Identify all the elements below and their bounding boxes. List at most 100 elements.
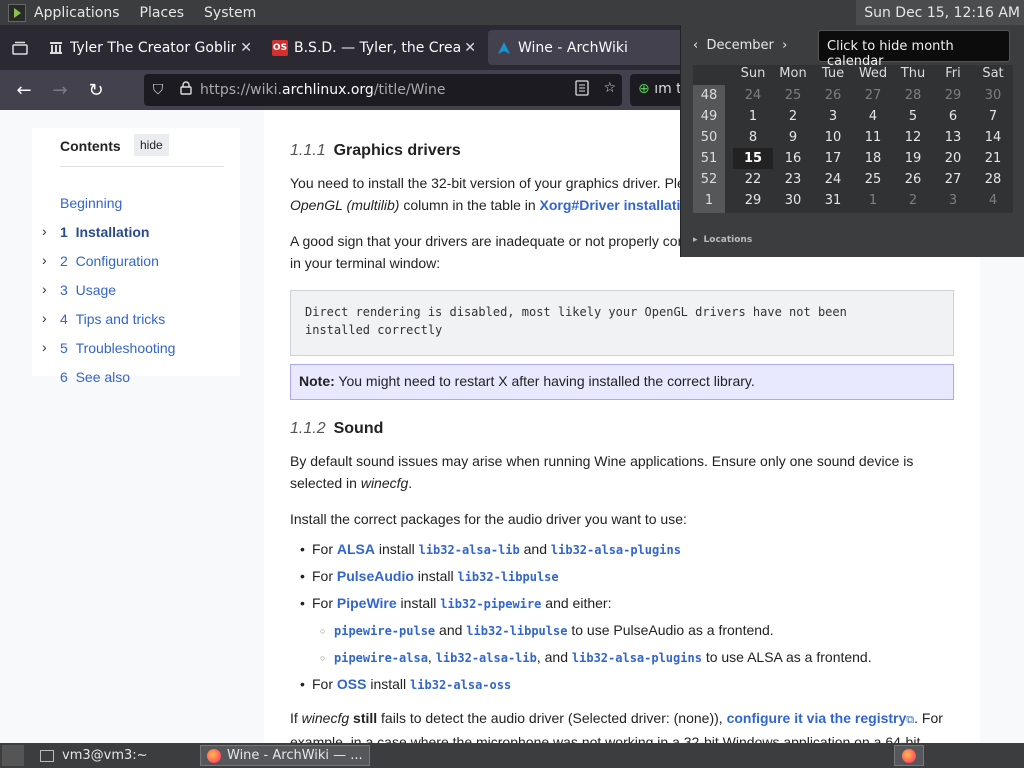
calendar-day[interactable]: 12 <box>893 127 933 148</box>
toc-item-see-also[interactable]: 6 See also <box>60 369 130 385</box>
calendar-day[interactable]: 4 <box>973 190 1013 211</box>
link-pkg[interactable]: lib32-libpulse <box>457 570 558 584</box>
close-icon[interactable]: ✕ <box>464 40 476 56</box>
calendar-day[interactable]: 13 <box>933 127 973 148</box>
calendar-day[interactable]: 9 <box>773 127 813 148</box>
calendar-day[interactable]: 5 <box>893 106 933 127</box>
clock[interactable]: Sun Dec 15, 12:16 AM <box>856 0 1024 25</box>
chevron-right-icon[interactable]: › <box>782 38 787 53</box>
workspace-firefox-icon[interactable] <box>894 745 924 766</box>
link-xorg-driver[interactable]: Xorg#Driver installati <box>540 197 681 213</box>
calendar-day[interactable]: 3 <box>813 106 853 127</box>
chevron-right-icon[interactable]: › <box>42 223 47 239</box>
calendar-day[interactable]: 25 <box>853 169 893 190</box>
lock-icon[interactable] <box>172 81 200 99</box>
calendar-day[interactable]: 28 <box>973 169 1013 190</box>
calendar-day[interactable]: 6 <box>933 106 973 127</box>
link-pulseaudio[interactable]: PulseAudio <box>337 568 414 584</box>
calendar-day[interactable]: 27 <box>853 85 893 106</box>
calendar-day[interactable]: 7 <box>973 106 1013 127</box>
chevron-right-icon[interactable]: › <box>42 339 47 355</box>
link-alsa[interactable]: ALSA <box>337 541 375 557</box>
calendar-day[interactable]: 10 <box>813 127 853 148</box>
taskbar-firefox[interactable]: Wine - ArchWiki — ... <box>200 745 370 766</box>
calendar-day[interactable]: 29 <box>933 85 973 106</box>
terminal-app-icon[interactable] <box>8 3 26 22</box>
chevron-right-icon[interactable]: › <box>42 252 47 268</box>
calendar-day-today[interactable]: 15 <box>733 148 773 169</box>
url-bar[interactable]: ⛉ https://wiki.archlinux.org/title/Wine … <box>144 74 622 106</box>
show-desktop-icon[interactable] <box>2 745 24 766</box>
calendar-day[interactable]: 21 <box>973 148 1013 169</box>
calendar-day[interactable]: 18 <box>853 148 893 169</box>
link-pkg[interactable]: lib32-alsa-lib <box>419 543 520 557</box>
calendar-day[interactable]: 1 <box>853 190 893 211</box>
menu-places[interactable]: Places <box>140 5 185 21</box>
toc-item-tips[interactable]: 4 Tips and tricks <box>60 311 165 327</box>
tab-bsd-tyler[interactable]: OS B.S.D. — Tyler, the Creator ✕ <box>264 30 484 65</box>
link-pkg[interactable]: pipewire-pulse <box>334 624 435 638</box>
link-pkg[interactable]: pipewire-alsa <box>334 651 428 665</box>
calendar-day[interactable]: 30 <box>773 190 813 211</box>
calendar-day[interactable]: 2 <box>773 106 813 127</box>
calendar-day[interactable]: 23 <box>773 169 813 190</box>
calendar-day[interactable]: 24 <box>733 85 773 106</box>
link-pipewire[interactable]: PipeWire <box>337 595 397 611</box>
back-arrow-icon[interactable]: ← <box>6 74 42 106</box>
link-pkg[interactable]: lib32-alsa-lib <box>436 651 537 665</box>
calendar-day[interactable]: 3 <box>933 190 973 211</box>
reload-icon[interactable]: ↻ <box>78 74 114 106</box>
toc-item-usage[interactable]: 3 Usage <box>60 282 116 298</box>
link-configure-registry[interactable]: configure it via the registry <box>727 710 907 726</box>
link-pkg[interactable]: lib32-libpulse <box>466 624 567 638</box>
calendar-day[interactable]: 8 <box>733 127 773 148</box>
toc-item-troubleshooting[interactable]: 5 Troubleshooting <box>60 340 175 356</box>
calendar-day[interactable]: 30 <box>973 85 1013 106</box>
tab-tyler-goblin[interactable]: Tyler The Creator Goblin : Fr ✕ <box>40 30 260 65</box>
toc-item-configuration[interactable]: 2 Configuration <box>60 253 159 269</box>
calendar-day[interactable]: 11 <box>853 127 893 148</box>
calendar-day[interactable]: 16 <box>773 148 813 169</box>
tab-wine-archwiki[interactable]: Wine - ArchWiki <box>488 30 708 65</box>
calendar-day[interactable]: 1 <box>733 106 773 127</box>
close-icon[interactable]: ✕ <box>240 40 252 56</box>
calendar-day[interactable]: 14 <box>973 127 1013 148</box>
calendar-day[interactable]: 26 <box>813 85 853 106</box>
calendar-day[interactable]: 24 <box>813 169 853 190</box>
calendar-day[interactable]: 20 <box>933 148 973 169</box>
link-oss[interactable]: OSS <box>337 676 367 692</box>
code-block: Direct rendering is disabled, most likel… <box>290 290 954 356</box>
forward-arrow-icon[interactable]: → <box>42 74 78 106</box>
calendar-day[interactable]: 31 <box>813 190 853 211</box>
tab-list-icon[interactable] <box>0 25 40 70</box>
toc-item-beginning[interactable]: Beginning <box>60 195 122 211</box>
calendar-day[interactable]: 28 <box>893 85 933 106</box>
chevron-right-icon[interactable]: › <box>42 281 47 297</box>
shield-icon[interactable]: ⛉ <box>144 82 172 98</box>
toc-item-installation[interactable]: 1 Installation <box>60 224 149 240</box>
calendar-day[interactable]: 26 <box>893 169 933 190</box>
calendar-day[interactable]: 27 <box>933 169 973 190</box>
calendar-day[interactable]: 22 <box>733 169 773 190</box>
chevron-left-icon[interactable]: ‹ <box>693 38 698 53</box>
toc-hide-button[interactable]: hide <box>134 134 169 156</box>
calendar-day[interactable]: 19 <box>893 148 933 169</box>
chevron-right-icon[interactable]: › <box>42 310 47 326</box>
reader-view-icon[interactable] <box>575 80 590 100</box>
menu-applications[interactable]: Applications <box>34 5 120 21</box>
calendar-day[interactable]: 17 <box>813 148 853 169</box>
menu-system[interactable]: System <box>204 5 256 21</box>
bookmark-star-icon[interactable]: ☆ <box>603 80 616 100</box>
calendar-day[interactable]: 29 <box>733 190 773 211</box>
locations-expander[interactable]: ▸ Locations <box>693 231 758 246</box>
link-pkg[interactable]: lib32-pipewire <box>440 597 541 611</box>
link-pkg[interactable]: lib32-alsa-plugins <box>551 543 681 557</box>
tab-label: Wine - ArchWiki <box>518 39 628 56</box>
calendar-day[interactable]: 4 <box>853 106 893 127</box>
link-pkg[interactable]: lib32-alsa-oss <box>410 678 511 692</box>
calendar-day[interactable]: 25 <box>773 85 813 106</box>
taskbar-terminal[interactable]: vm3@vm3:~ <box>34 745 194 766</box>
calendar-day[interactable]: 2 <box>893 190 933 211</box>
weekday-header: Sun <box>740 66 766 81</box>
link-pkg[interactable]: lib32-alsa-plugins <box>572 651 702 665</box>
